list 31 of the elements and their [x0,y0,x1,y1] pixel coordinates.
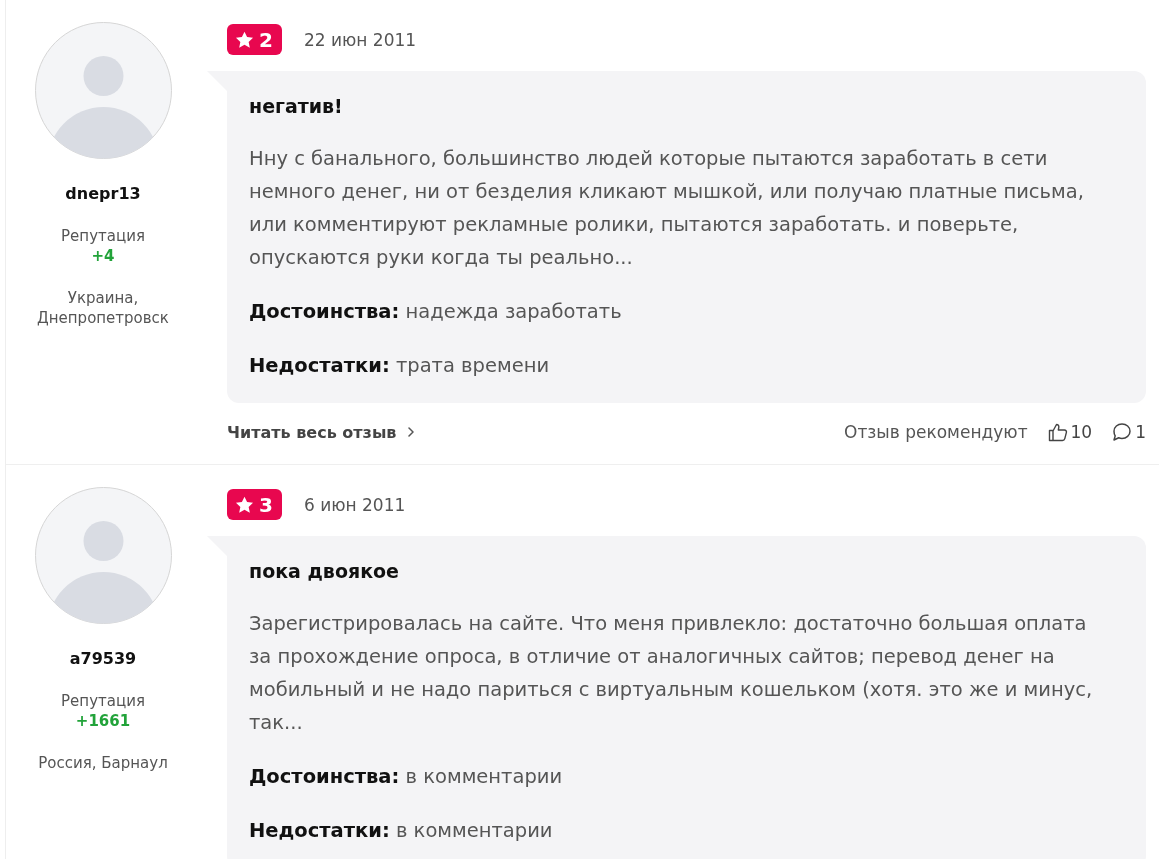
review-text: Нну с банального, большинство людей которые пытаются заработать в сети немного денег, ни от безделия кликают мышкой, или получаю платные письма, или комментируют рекламные ролики, пытаются заработать. и поверьте, опускаются руки когда ты реально... [249,146,1085,271]
reputation-value: +4 [91,246,115,266]
rating-value: 2 [259,28,273,51]
like-button[interactable]: 10 [1047,422,1093,442]
comments-button[interactable]: 1 [1112,422,1146,442]
review-date: 6 июн 2011 [303,494,406,515]
pros-text: Достоинства: надежда заработать [249,299,623,325]
avatar-icon [34,487,172,624]
pros-text: Достоинства: в комментарии [249,764,564,790]
rating-value: 3 [259,493,273,516]
cons-text: Недостатки: трата времени [249,353,551,379]
chevron-right-icon [408,427,415,437]
review-date: 22 июн 2011 [303,29,417,50]
read-full-review-link[interactable]: Читать весь отзыв [227,422,415,442]
user-name[interactable]: dnepr13 [65,183,141,205]
user-location: Украина, Днепропетровск [36,288,170,328]
comment-icon [1112,422,1133,442]
review-title: негатив! [249,94,344,119]
review-title: пока двоякое [249,559,400,584]
avatar-icon [34,22,172,159]
user-name[interactable]: a79539 [69,648,137,670]
cons-text: Недостатки: в комментарии [249,818,554,844]
reputation-label: Репутация [61,226,145,246]
star-icon [235,30,254,49]
reputation-label: Репутация [61,691,145,711]
thumbs-up-icon [1047,422,1068,442]
review-text: Зарегистрировалась на сайте. Что меня привлекло: достаточно большая оплата за прохождение опроса, в отличие от аналогичных сайтов; перевод денег на мобильный и не надо париться с виртуальным кошельком (хотя. это же и минус, так... [249,611,1094,736]
star-icon [235,495,254,514]
recommend-label: Отзыв рекомендуют [844,422,1028,442]
reputation-value: +1661 [75,711,131,731]
user-location: Россия, Барнаул [37,753,169,773]
